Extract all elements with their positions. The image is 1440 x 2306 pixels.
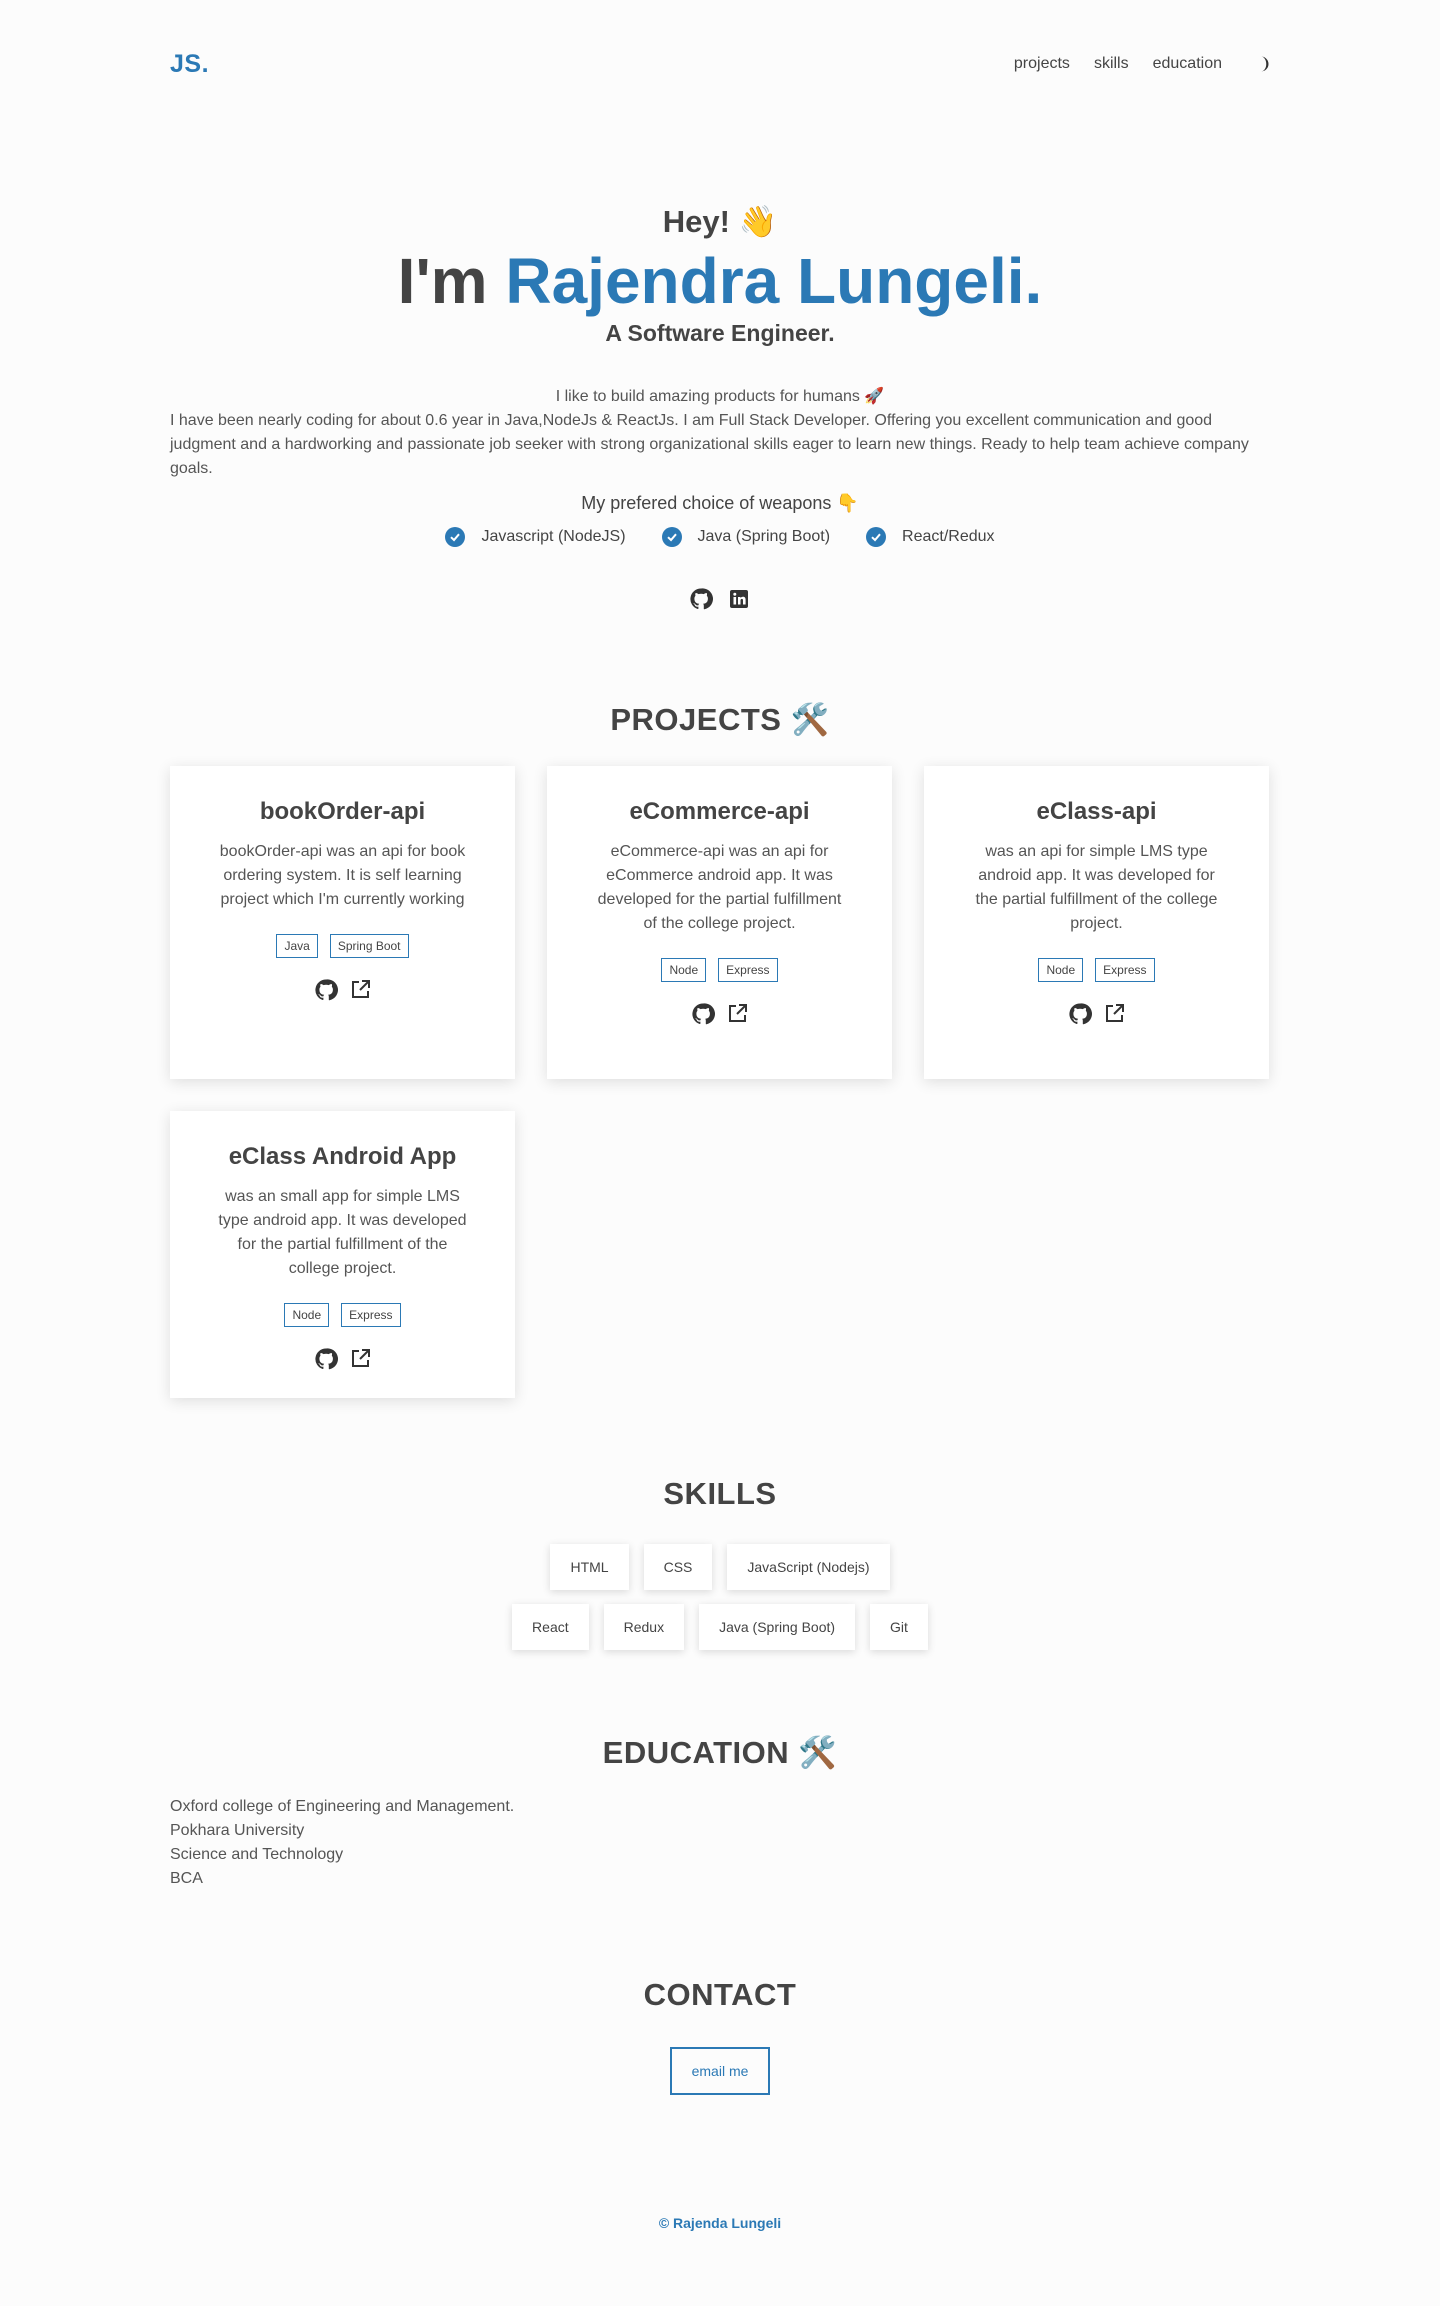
weapons-list: Javascript (NodeJS) Java (Spring Boot) R…: [170, 525, 1270, 549]
check-icon: [866, 527, 887, 547]
skills-row: React Redux Java (Spring Boot) Git: [170, 1604, 1270, 1650]
project-description: eCommerce-api was an api for eCommerce a…: [597, 843, 842, 932]
top-nav: JS. projects skills education: [170, 0, 1270, 128]
weapon-label: Java (Spring Boot): [697, 528, 831, 545]
social-links: [170, 587, 1270, 611]
education-section: EDUCATION 🛠️ Oxford college of Engineeri…: [170, 1734, 1270, 1891]
project-card: bookOrder-api bookOrder-api was an api f…: [170, 766, 515, 1079]
hero-section: Hey! 👋 I'm Rajendra Lungeli. A Software …: [170, 128, 1270, 347]
im-text: I'm: [397, 245, 488, 317]
tech-tag: Spring Boot: [329, 934, 409, 958]
nav-links: projects skills education: [1014, 55, 1270, 73]
external-link-icon[interactable]: [725, 1002, 749, 1026]
tech-tag: Node: [661, 958, 707, 982]
contact-section: CONTACT email me: [170, 1977, 1270, 2095]
weapon-item: React/Redux: [866, 525, 995, 549]
tech-tag: Node: [284, 1303, 330, 1327]
email-me-button[interactable]: email me: [669, 2047, 771, 2095]
project-tags: Node Express: [591, 958, 848, 982]
project-description: was an small app for simple LMS type and…: [218, 1188, 467, 1277]
project-tags: Node Express: [214, 1303, 471, 1327]
project-links: [968, 1002, 1225, 1026]
github-icon[interactable]: [689, 587, 713, 611]
skill-chip: Git: [870, 1604, 928, 1650]
github-icon[interactable]: [314, 978, 338, 1002]
tech-tag: Express: [341, 1303, 401, 1327]
contact-title: CONTACT: [643, 1977, 797, 2012]
check-icon: [661, 527, 682, 547]
skill-chip: HTML: [550, 1544, 629, 1590]
tech-tag: Java: [276, 934, 318, 958]
project-title: eClass Android App: [228, 1143, 457, 1170]
project-card: eCommerce-api eCommerce-api was an api f…: [547, 766, 892, 1079]
project-description: was an api for simple LMS type android a…: [975, 843, 1218, 932]
projects-title: PROJECTS 🛠️: [610, 702, 830, 737]
tech-tag: Express: [1095, 958, 1155, 982]
project-title: eCommerce-api: [629, 798, 810, 825]
tech-tag: Node: [1038, 958, 1084, 982]
external-link-icon[interactable]: [348, 978, 372, 1002]
project-links: [591, 1002, 848, 1026]
projects-section: PROJECTS 🛠️ bookOrder-api bookOrder-api …: [170, 701, 1270, 1398]
project-tags: Node Express: [968, 958, 1225, 982]
skill-chip: Java (Spring Boot): [699, 1604, 856, 1650]
linkedin-icon[interactable]: [727, 587, 751, 611]
nav-link-projects[interactable]: projects: [1014, 55, 1070, 73]
project-links: [214, 978, 471, 1002]
skills-section: SKILLS HTML CSS JavaScript (Nodejs) Reac…: [170, 1476, 1270, 1650]
project-card: eClass Android App was an small app for …: [170, 1111, 515, 1398]
nav-link-skills[interactable]: skills: [1094, 55, 1129, 73]
github-icon[interactable]: [691, 1002, 715, 1026]
project-card: eClass-api was an api for simple LMS typ…: [924, 766, 1269, 1079]
weapon-item: Java (Spring Boot): [661, 525, 831, 549]
site-logo[interactable]: JS.: [170, 50, 209, 79]
github-icon[interactable]: [314, 1347, 338, 1371]
hero-role: A Software Engineer.: [605, 320, 835, 346]
check-icon: [445, 527, 466, 547]
weapons-title: My prefered choice of weapons 👇: [581, 493, 859, 513]
university-name: Pokhara University: [170, 1822, 305, 1839]
tagline: I like to build amazing products for hum…: [555, 388, 885, 405]
external-link-icon[interactable]: [1102, 1002, 1126, 1026]
faculty-name: Science and Technology: [170, 1846, 344, 1863]
footer-copyright: © Rajenda Lungeli: [658, 2215, 782, 2231]
college-name: Oxford college of Engineering and Manage…: [170, 1798, 515, 1815]
intro-section: I like to build amazing products for hum…: [170, 385, 1270, 611]
bio-paragraph: I have been nearly coding for about 0.6 …: [170, 412, 1249, 477]
hero-name: Rajendra Lungeli.: [505, 245, 1043, 317]
hero-name-line: I'm Rajendra Lungeli.: [170, 246, 1270, 316]
greeting: Hey! 👋: [662, 204, 778, 239]
skill-chip: JavaScript (Nodejs): [727, 1544, 890, 1590]
project-description: bookOrder-api was an api for book orderi…: [219, 843, 466, 908]
project-title: eClass-api: [1036, 798, 1157, 825]
project-title: bookOrder-api: [259, 798, 426, 825]
moon-icon[interactable]: [1252, 55, 1270, 73]
weapon-label: Javascript (NodeJS): [481, 528, 626, 545]
skills-row: HTML CSS JavaScript (Nodejs): [170, 1544, 1270, 1590]
weapon-item: Javascript (NodeJS): [445, 525, 626, 549]
external-link-icon[interactable]: [348, 1347, 372, 1371]
nav-link-education[interactable]: education: [1153, 55, 1222, 73]
tech-tag: Express: [718, 958, 778, 982]
skill-chip: React: [512, 1604, 589, 1650]
skill-chip: CSS: [643, 1544, 713, 1590]
project-cards: bookOrder-api bookOrder-api was an api f…: [170, 766, 1270, 1398]
education-title: EDUCATION 🛠️: [602, 1735, 838, 1770]
degree-name: BCA: [170, 1870, 203, 1887]
project-tags: Java Spring Boot: [214, 934, 471, 958]
skills-title: SKILLS: [663, 1476, 777, 1511]
skill-chip: Redux: [603, 1604, 685, 1650]
github-icon[interactable]: [1068, 1002, 1092, 1026]
project-links: [214, 1347, 471, 1371]
weapon-label: React/Redux: [902, 528, 995, 545]
education-details: Oxford college of Engineering and Manage…: [170, 1795, 1270, 1891]
